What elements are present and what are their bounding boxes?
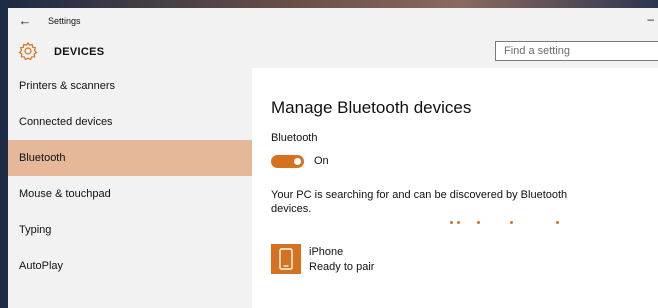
device-state: Ready to pair [309, 261, 375, 273]
search-input[interactable] [495, 41, 658, 61]
gear-icon [18, 41, 38, 61]
bluetooth-label: Bluetooth [271, 132, 318, 144]
section-title: DEVICES [54, 46, 105, 58]
sidebar-item-mouse-touchpad[interactable]: Mouse & touchpad [8, 176, 252, 212]
bluetooth-toggle[interactable] [271, 155, 304, 168]
progress-dot [457, 221, 460, 224]
phone-icon [271, 244, 301, 274]
sidebar-item-typing[interactable]: Typing [8, 212, 252, 248]
settings-window: ← Settings – DEVICES Printers & scanners… [8, 8, 658, 308]
progress-dot [510, 221, 513, 224]
sidebar-item-printers-scanners[interactable]: Printers & scanners [8, 68, 252, 104]
sidebar: Printers & scanners Connected devices Bl… [8, 68, 252, 308]
page-header: DEVICES [8, 34, 658, 68]
toggle-knob [294, 158, 301, 165]
sidebar-item-autoplay[interactable]: AutoPlay [8, 248, 252, 284]
main-content: Manage Bluetooth devices Bluetooth On Yo… [252, 68, 658, 308]
minimize-icon[interactable]: – [647, 12, 654, 26]
sidebar-item-connected-devices[interactable]: Connected devices [8, 104, 252, 140]
device-item-iphone[interactable]: iPhone Ready to pair [271, 244, 531, 278]
progress-dot [477, 221, 480, 224]
sidebar-item-bluetooth[interactable]: Bluetooth [8, 140, 252, 176]
back-arrow-icon[interactable]: ← [18, 14, 32, 28]
page-title: Manage Bluetooth devices [271, 98, 472, 117]
window-title: Settings [48, 16, 81, 26]
device-name: iPhone [309, 246, 344, 258]
discovery-status-text: Your PC is searching for and can be disc… [271, 189, 568, 215]
toggle-state-label: On [314, 155, 329, 167]
title-bar: ← Settings – [8, 8, 658, 34]
progress-dot [450, 221, 453, 224]
progress-dot [556, 221, 559, 224]
